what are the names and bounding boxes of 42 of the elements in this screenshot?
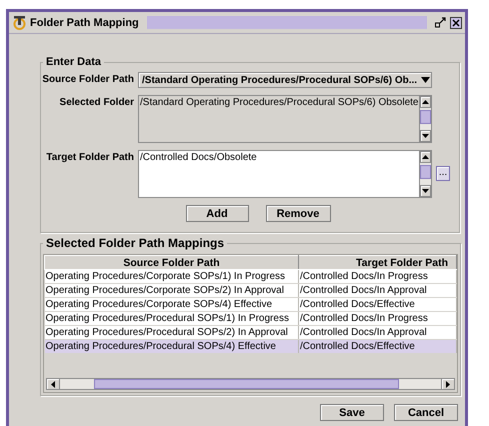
table-cell: Operating Procedures/Procedural SOPs/2) In Approval [44, 326, 298, 340]
field-label: Selected Folder [58, 96, 134, 108]
table-cell: Operating Procedures/Corporate SOPs/4) Effective [44, 298, 298, 312]
scroll-thumb[interactable] [94, 379, 399, 389]
table-row[interactable]: Operating Procedures/Procedural SOPs/1) In Progress /Controlled Docs/In Progress [44, 312, 456, 326]
save-button[interactable]: Save [320, 404, 384, 421]
horizontal-scrollbar[interactable] [46, 378, 455, 390]
source-folder-dropdown[interactable]: /Standard Operating Procedures/Procedural SOPs/6) Ob... [138, 72, 432, 88]
table-row[interactable]: Operating Procedures/Corporate SOPs/4) Effective /Controlled Docs/Effective [44, 298, 456, 312]
column-header[interactable]: Target Folder Path [298, 256, 456, 270]
table-cell: Operating Procedures/Corporate SOPs/1) In Progress [44, 270, 298, 284]
table-row[interactable]: Operating Procedures/Corporate SOPs/2) In Approval /Controlled Docs/In Approval [44, 284, 456, 298]
table-cell: Operating Procedures/Procedural SOPs/4) Effective [44, 340, 298, 354]
close-icon[interactable] [450, 16, 462, 28]
group-title: Selected Folder Path Mappings [45, 236, 226, 250]
right-arrow-icon [446, 380, 450, 388]
table-row[interactable]: Operating Procedures/Procedural SOPs/2) In Approval /Controlled Docs/In Approval [44, 326, 456, 340]
table-cell: Operating Procedures/Corporate SOPs/2) In Approval [44, 284, 298, 298]
window-title: Folder Path Mapping [30, 16, 139, 28]
cancel-button[interactable]: Cancel [394, 404, 458, 421]
field-label: Target Folder Path [45, 151, 134, 163]
table-cell: /Controlled Docs/In Approval [298, 326, 456, 340]
column-header[interactable]: Source Folder Path [44, 256, 298, 270]
table-cell: /Controlled Docs/Effective [298, 340, 456, 354]
add-button[interactable]: Add [186, 205, 248, 222]
left-arrow-icon [51, 380, 55, 388]
field-label: Source Folder Path [41, 73, 134, 85]
app-logo-icon [13, 15, 26, 30]
table-row[interactable]: Operating Procedures/Corporate SOPs/1) In Progress /Controlled Docs/In Progress [44, 270, 456, 284]
remove-button[interactable]: Remove [266, 205, 330, 222]
table-cell: /Controlled Docs/Effective [298, 298, 456, 312]
table-cell: /Controlled Docs/In Progress [298, 312, 456, 326]
table-row[interactable]: Operating Procedures/Procedural SOPs/4) Effective /Controlled Docs/Effective [44, 340, 456, 354]
restore-icon[interactable] [435, 17, 446, 28]
scroll-right-button[interactable] [441, 379, 454, 389]
table-cell: /Controlled Docs/In Progress [298, 270, 456, 284]
table-cell: /Controlled Docs/In Approval [298, 284, 456, 298]
dropdown-arrow-icon [421, 77, 430, 83]
group-title: Enter Data [45, 56, 102, 68]
scroll-left-button[interactable] [47, 379, 60, 389]
browse-button[interactable]: ... [436, 166, 450, 181]
table-cell: Operating Procedures/Procedural SOPs/1) In Progress [44, 312, 298, 326]
